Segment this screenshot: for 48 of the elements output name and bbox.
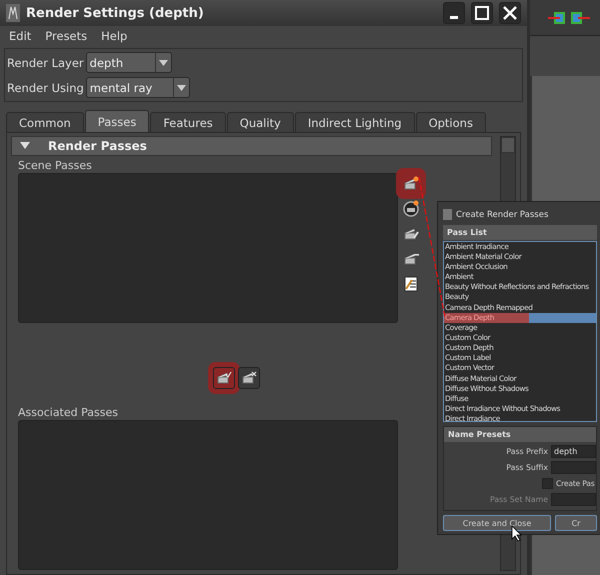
menu-item[interactable]: Edit: [9, 29, 32, 43]
renderer-dropdown[interactable]: mental ray: [86, 77, 190, 98]
tab[interactable]: Indirect Lighting: [294, 112, 415, 132]
field-label: Render Using: [7, 80, 84, 94]
tool-button[interactable]: [401, 198, 421, 219]
clapboard-minus-icon: [403, 250, 419, 266]
list-label: Scene Passes: [18, 159, 92, 172]
caret-icon: [176, 84, 186, 90]
maximize-button[interactable]: [471, 2, 493, 24]
section-header[interactable]: Render Passes: [11, 136, 492, 156]
section-header: Name Presets: [444, 427, 596, 442]
checkbox[interactable]: [542, 478, 553, 489]
clapboard-check-icon: [216, 370, 232, 386]
dialog-title: Create Render Passes: [456, 210, 548, 220]
box-arrow-icon: [570, 10, 590, 24]
tab[interactable]: Passes: [84, 110, 150, 132]
dialog-button[interactable]: Create and Close: [443, 515, 551, 531]
field-label: Render Layer: [7, 56, 84, 70]
dialog-button[interactable]: Cr: [555, 515, 597, 531]
document-pencil-icon: [403, 275, 419, 292]
app-logo-icon: [6, 4, 20, 22]
clapboard-circle-icon: [402, 200, 420, 217]
minimize-button[interactable]: [443, 2, 465, 24]
render-layer-dropdown[interactable]: depth: [86, 52, 172, 73]
minimize-icon: [450, 16, 458, 18]
tab[interactable]: Common: [6, 112, 84, 132]
maximize-icon: [475, 6, 489, 20]
list-label: Associated Passes: [18, 406, 118, 419]
section-header: Pass List: [443, 224, 597, 240]
mouse-pointer-icon: [512, 525, 522, 542]
input-field[interactable]: [551, 461, 596, 474]
clapboard-pencil-icon: [403, 226, 419, 242]
menu-item[interactable]: Presets: [45, 29, 88, 43]
clapboard-cross-icon: [241, 370, 257, 386]
input-field[interactable]: depth: [551, 445, 596, 458]
app-logo-icon: [443, 209, 452, 220]
close-button[interactable]: [499, 2, 521, 24]
tab[interactable]: Quality: [226, 112, 294, 132]
clapboard-star-icon: [403, 176, 419, 192]
arrow-box-icon: [548, 10, 566, 24]
tool-button[interactable]: [238, 367, 260, 389]
section-title: Render Passes: [48, 139, 147, 153]
menu-item[interactable]: Help: [101, 29, 128, 43]
caret-icon: [158, 60, 168, 66]
tab[interactable]: Options: [416, 112, 486, 132]
close-icon: [503, 6, 517, 20]
window-title: Render Settings (depth): [26, 6, 205, 20]
tab[interactable]: Features: [150, 112, 226, 132]
